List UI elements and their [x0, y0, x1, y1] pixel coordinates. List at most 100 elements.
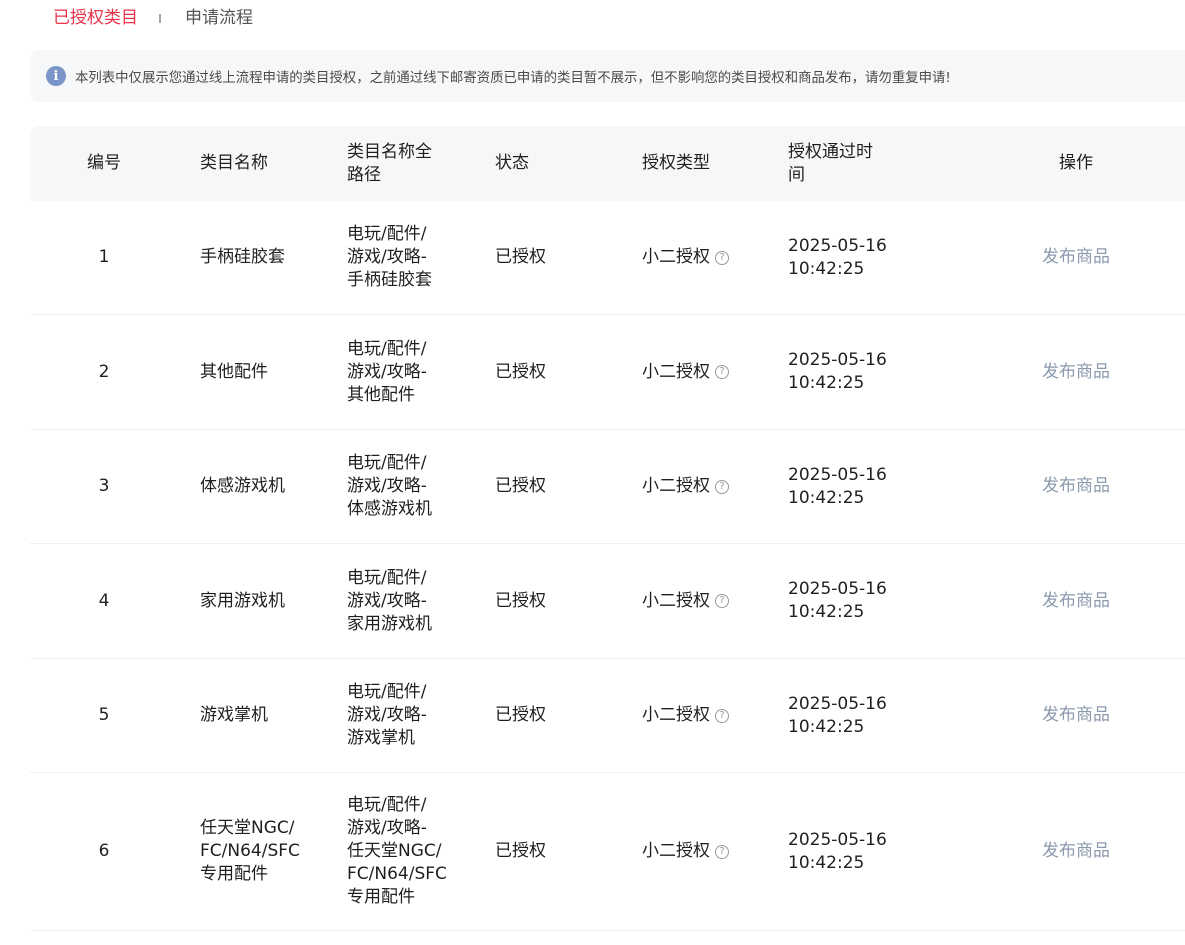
row-auth-time: 2025-05-16 10:42:25 [788, 659, 928, 772]
table-row: 5 游戏掌机 电玩/配件/游戏/攻略- 游戏掌机 已授权 小二授权? 2025-05-16 1… [30, 659, 1185, 773]
row-id: 3 [98, 476, 110, 496]
row-category-path: 电玩/配件/游戏/攻略- 任天堂NGC/FC/N64/SFC 专用配件 [347, 773, 462, 930]
publish-product-link[interactable]: 发布商品 [1042, 475, 1110, 498]
category-path-line: 电玩/配件/ [347, 682, 427, 702]
question-circle-icon[interactable]: ? [715, 844, 729, 859]
header-status: 状态 [495, 153, 529, 173]
row-status: 已授权 [495, 841, 546, 861]
header-operation: 操作 [1059, 153, 1093, 173]
category-name-line: 手柄硅胶套 [200, 247, 285, 267]
row-status: 已授权 [495, 247, 546, 267]
tab-divider [159, 13, 161, 23]
table-header: 编号 类目名称 类目名称全 路径 状态 授权类型 授权通过时 间 操作 [30, 126, 1185, 201]
table-body: 1 手柄硅胶套 电玩/配件/游戏/攻略- 手柄硅胶套 已授权 小二授权? 2025-05-1… [30, 201, 1185, 931]
row-id: 1 [98, 247, 110, 267]
row-operation: 发布商品 [990, 201, 1162, 314]
category-name-line: 任天堂NGC/ [200, 818, 295, 838]
category-path-line: 电玩/配件/ [347, 567, 427, 588]
category-path-line: 游戏/攻略- [347, 361, 427, 382]
category-path-line: 电玩/配件/ [347, 453, 427, 473]
auth-time-line: 10:42:25 [788, 602, 865, 622]
header-category-path: 类目名称全 路径 [347, 126, 462, 201]
auth-time-line: 10:42:25 [788, 258, 865, 279]
category-name-line: 专用配件 [200, 864, 268, 884]
row-id: 2 [98, 361, 110, 382]
question-circle-icon[interactable]: ? [715, 365, 729, 379]
authorized-category-table: 编号 类目名称 类目名称全 路径 状态 授权类型 授权通过时 间 操作 1 手柄硅… [30, 126, 1185, 931]
auth-time-line: 10:42:25 [788, 373, 865, 393]
auth-time-line: 2025-05-16 [788, 464, 887, 485]
auth-type-label: 小二授权 [642, 705, 710, 725]
row-auth-type: 小二授权? [642, 544, 782, 658]
header-category-path-line: 类目名称全 [347, 141, 432, 162]
header-auth-time: 授权通过时 间 [788, 126, 928, 201]
category-path-line: 专用配件 [347, 887, 415, 907]
table-row: 1 手柄硅胶套 电玩/配件/游戏/攻略- 手柄硅胶套 已授权 小二授权? 2025-05-1… [30, 201, 1185, 315]
category-path-line: 游戏/攻略- [347, 247, 427, 267]
category-name-line: FC/N64/SFC [200, 841, 300, 861]
table-row: 2 其他配件 电玩/配件/游戏/攻略- 其他配件 已授权 小二授权? 2025-05-16 1… [30, 315, 1185, 430]
row-category-name: 其他配件 [200, 315, 330, 429]
row-category-path: 电玩/配件/游戏/攻略- 手柄硅胶套 [347, 201, 462, 314]
row-auth-type: 小二授权? [642, 430, 782, 543]
row-auth-time: 2025-05-16 10:42:25 [788, 315, 928, 429]
tab-authorized-categories[interactable]: 已授权类目 [53, 6, 138, 30]
row-category-name: 家用游戏机 [200, 544, 330, 658]
header-auth-type: 授权类型 [642, 153, 710, 173]
row-operation: 发布商品 [990, 430, 1162, 543]
category-path-line: 游戏/攻略- [347, 818, 427, 838]
row-operation: 发布商品 [990, 544, 1162, 658]
publish-product-link[interactable]: 发布商品 [1042, 361, 1110, 384]
question-circle-icon[interactable]: ? [715, 594, 729, 608]
question-circle-icon[interactable]: ? [715, 250, 729, 265]
row-auth-time: 2025-05-16 10:42:25 [788, 201, 928, 314]
auth-type-label: 小二授权 [642, 841, 710, 861]
publish-product-link[interactable]: 发布商品 [1042, 840, 1110, 863]
table-row: 3 体感游戏机 电玩/配件/游戏/攻略- 体感游戏机 已授权 小二授权? 2025-05-1… [30, 430, 1185, 544]
category-path-line: 电玩/配件/ [347, 338, 427, 359]
publish-product-link[interactable]: 发布商品 [1042, 704, 1110, 727]
row-id: 4 [98, 590, 110, 611]
header-auth-time-line: 间 [788, 164, 805, 185]
row-category-name: 体感游戏机 [200, 430, 330, 543]
header-auth-time-line: 授权通过时 [788, 141, 873, 162]
tab-application-process[interactable]: 申请流程 [185, 6, 253, 30]
row-auth-time: 2025-05-16 10:42:25 [788, 544, 928, 658]
row-auth-time: 2025-05-16 10:42:25 [788, 430, 928, 543]
auth-type-label: 小二授权 [642, 247, 710, 267]
notice-text: 本列表中仅展示您通过线上流程申请的类目授权，之前通过线下邮寄资质已申请的类目暂不… [75, 71, 951, 86]
auth-time-line: 10:42:25 [788, 716, 865, 737]
row-id: 6 [98, 841, 110, 861]
row-category-path: 电玩/配件/游戏/攻略- 家用游戏机 [347, 544, 462, 658]
auth-time-line: 2025-05-16 [788, 693, 887, 714]
auth-type-label: 小二授权 [642, 361, 710, 382]
category-path-line: 游戏/攻略- [347, 590, 427, 611]
row-auth-type: 小二授权? [642, 659, 782, 772]
category-path-line: FC/N64/SFC [347, 864, 447, 884]
category-path-line: 游戏/攻略- [347, 476, 427, 496]
publish-product-link[interactable]: 发布商品 [1042, 590, 1110, 613]
row-status: 已授权 [495, 361, 546, 382]
row-operation: 发布商品 [990, 659, 1162, 772]
publish-product-link[interactable]: 发布商品 [1042, 246, 1110, 269]
table-row: 6 任天堂NGC/FC/N64/SFC 专用配件 电玩/配件/游戏/攻略- 任天堂NGC… [30, 773, 1185, 931]
header-category-path-line: 路径 [347, 164, 381, 185]
question-circle-icon[interactable]: ? [715, 479, 729, 494]
tab-bar: 已授权类目 申请流程 [53, 6, 253, 30]
category-path-line: 其他配件 [347, 384, 415, 405]
row-category-name: 任天堂NGC/FC/N64/SFC 专用配件 [200, 773, 330, 930]
row-status: 已授权 [495, 705, 546, 725]
row-auth-type: 小二授权? [642, 773, 782, 930]
auth-time-line: 2025-05-16 [788, 829, 887, 850]
row-auth-time: 2025-05-16 10:42:25 [788, 773, 928, 930]
category-name-line: 游戏掌机 [200, 705, 268, 725]
row-auth-type: 小二授权? [642, 315, 782, 429]
category-name-line: 家用游戏机 [200, 590, 285, 611]
row-operation: 发布商品 [990, 773, 1162, 930]
notice-banner: i 本列表中仅展示您通过线上流程申请的类目授权，之前通过线下邮寄资质已申请的类目… [30, 50, 1185, 102]
question-circle-icon[interactable]: ? [715, 708, 729, 723]
auth-time-line: 2025-05-16 [788, 350, 887, 370]
category-path-line: 体感游戏机 [347, 499, 432, 519]
header-id: 编号 [87, 153, 121, 173]
category-path-line: 家用游戏机 [347, 613, 432, 634]
